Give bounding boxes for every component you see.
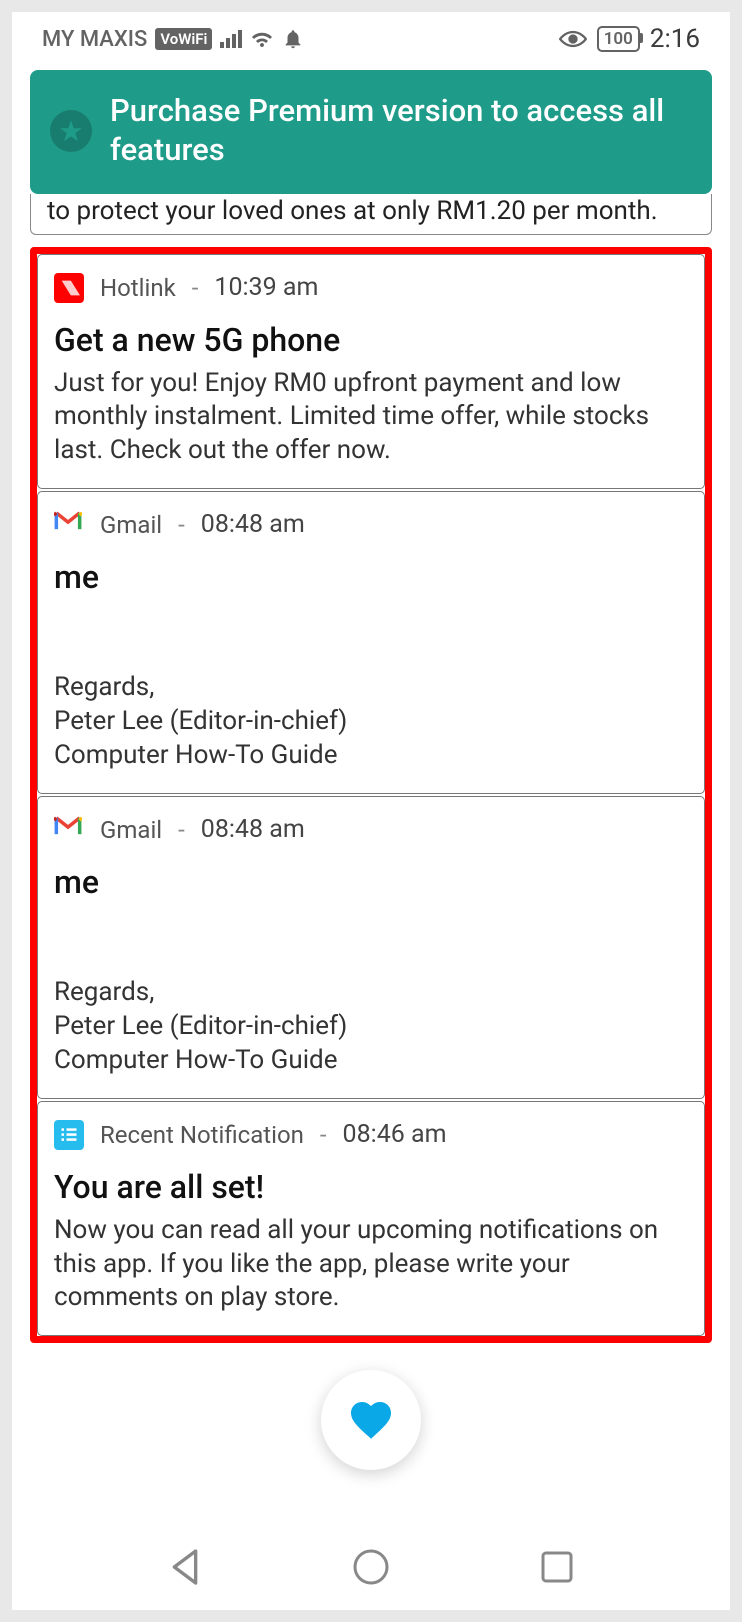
notification-card[interactable]: Recent Notification - 08:46 am You are a… (37, 1101, 705, 1336)
separator: - (178, 511, 185, 539)
notification-card[interactable]: Gmail - 08:48 am me Regards, Peter Lee (… (37, 491, 705, 794)
notification-time: 08:46 am (343, 1120, 447, 1149)
highlight-box: Hotlink - 10:39 am Get a new 5G phone Ju… (30, 247, 712, 1344)
separator: - (178, 816, 185, 844)
notification-time: 10:39 am (214, 273, 318, 302)
app-name: Hotlink (100, 274, 176, 302)
vowifi-badge: VoWiFi (155, 28, 212, 50)
notification-title: You are all set! (54, 1168, 688, 1206)
notification-body: Now you can read all your upcoming notif… (54, 1214, 688, 1315)
carrier-label: MY MAXIS (42, 27, 147, 52)
separator: - (192, 274, 199, 302)
favorite-fab[interactable] (321, 1370, 421, 1470)
notification-title: Get a new 5G phone (54, 321, 688, 359)
bell-icon (282, 28, 304, 50)
separator: - (320, 1121, 327, 1149)
notification-title: me (54, 558, 688, 596)
app-name: Gmail (100, 511, 162, 539)
notification-time: 08:48 am (201, 510, 305, 539)
recent-apps-button[interactable] (534, 1544, 580, 1590)
eye-icon (559, 29, 587, 49)
hotlink-icon (54, 273, 84, 303)
notification-header: Recent Notification - 08:46 am (54, 1120, 688, 1150)
premium-banner[interactable]: Purchase Premium version to access all f… (30, 70, 712, 194)
star-icon (50, 110, 92, 152)
recent-notification-icon (54, 1120, 84, 1150)
notification-title: me (54, 863, 688, 901)
wifi-icon (250, 27, 274, 51)
gmail-icon (54, 510, 84, 540)
nav-bar (12, 1544, 730, 1590)
status-right: 100 2:16 (559, 24, 700, 54)
home-button[interactable] (348, 1544, 394, 1590)
notification-header: Gmail - 08:48 am (54, 510, 688, 540)
partial-notification-row: to protect your loved ones at only RM1.2… (30, 194, 712, 235)
notification-body: Regards, Peter Lee (Editor-in-chief) Com… (54, 909, 688, 1078)
notification-time: 08:48 am (201, 815, 305, 844)
heart-icon (347, 1396, 395, 1444)
notification-header: Hotlink - 10:39 am (54, 273, 688, 303)
battery-icon: 100 (597, 26, 640, 52)
notification-card[interactable]: Hotlink - 10:39 am Get a new 5G phone Ju… (37, 254, 705, 489)
premium-text: Purchase Premium version to access all f… (110, 92, 692, 170)
gmail-icon (54, 815, 84, 845)
notification-header: Gmail - 08:48 am (54, 815, 688, 845)
notification-card[interactable]: Gmail - 08:48 am me Regards, Peter Lee (… (37, 796, 705, 1099)
clock: 2:16 (650, 24, 700, 54)
battery-level: 100 (604, 29, 633, 49)
notification-body: Regards, Peter Lee (Editor-in-chief) Com… (54, 604, 688, 773)
back-button[interactable] (162, 1544, 208, 1590)
status-bar: MY MAXIS VoWiFi 100 2:16 (12, 12, 730, 62)
signal-icon (220, 30, 242, 48)
app-name: Gmail (100, 816, 162, 844)
status-left: MY MAXIS VoWiFi (42, 27, 304, 52)
notification-body: Just for you! Enjoy RM0 upfront payment … (54, 367, 688, 468)
app-name: Recent Notification (100, 1121, 304, 1149)
